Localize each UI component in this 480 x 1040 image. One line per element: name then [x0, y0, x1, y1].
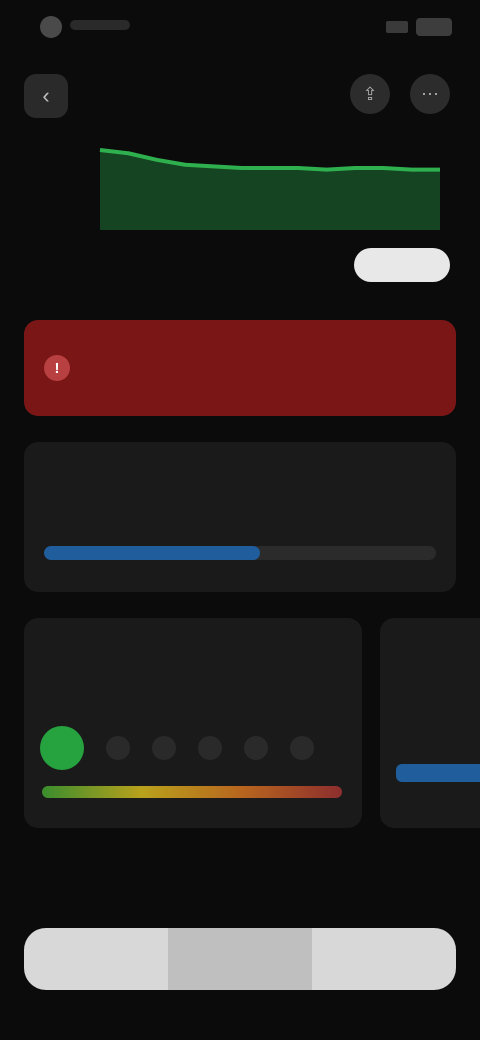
share-button[interactable]: ⇪	[350, 74, 390, 114]
trend-chart	[30, 120, 450, 240]
status-indicators	[386, 18, 452, 36]
range-selector	[40, 244, 450, 286]
range-tab[interactable]	[354, 248, 450, 282]
alert-card[interactable]: !	[24, 320, 456, 416]
status-carrier	[70, 20, 130, 30]
back-button[interactable]: ‹	[24, 74, 68, 118]
more-button[interactable]: ⋯	[410, 74, 450, 114]
rating-step[interactable]	[106, 736, 130, 760]
rating-step[interactable]	[290, 736, 314, 760]
rating-step[interactable]	[40, 726, 84, 770]
rating-step[interactable]	[198, 736, 222, 760]
rating-step[interactable]	[244, 736, 268, 760]
battery-icon	[416, 18, 452, 36]
status-bar	[0, 0, 480, 56]
chevron-left-icon: ‹	[42, 83, 50, 108]
rating-steps	[40, 724, 340, 772]
rating-card[interactable]	[24, 618, 362, 828]
info-progress-fill	[44, 546, 260, 560]
signal-icon	[386, 21, 408, 33]
status-avatar	[40, 16, 62, 38]
info-progress-bar	[44, 546, 436, 560]
segment-button[interactable]	[24, 928, 168, 990]
segmented-control	[24, 928, 456, 990]
trend-chart-svg	[99, 148, 440, 230]
more-icon: ⋯	[421, 83, 439, 104]
segment-button[interactable]	[312, 928, 456, 990]
rating-scale	[42, 786, 342, 798]
rating-step[interactable]	[152, 736, 176, 760]
chart-area	[100, 150, 440, 230]
side-bar	[396, 764, 480, 782]
side-card[interactable]	[380, 618, 480, 828]
warning-icon: !	[44, 355, 70, 381]
info-card[interactable]	[24, 442, 456, 592]
segment-button[interactable]	[168, 928, 312, 990]
share-icon: ⇪	[362, 83, 378, 104]
top-toolbar: ‹ ⇪ ⋯	[0, 70, 480, 120]
